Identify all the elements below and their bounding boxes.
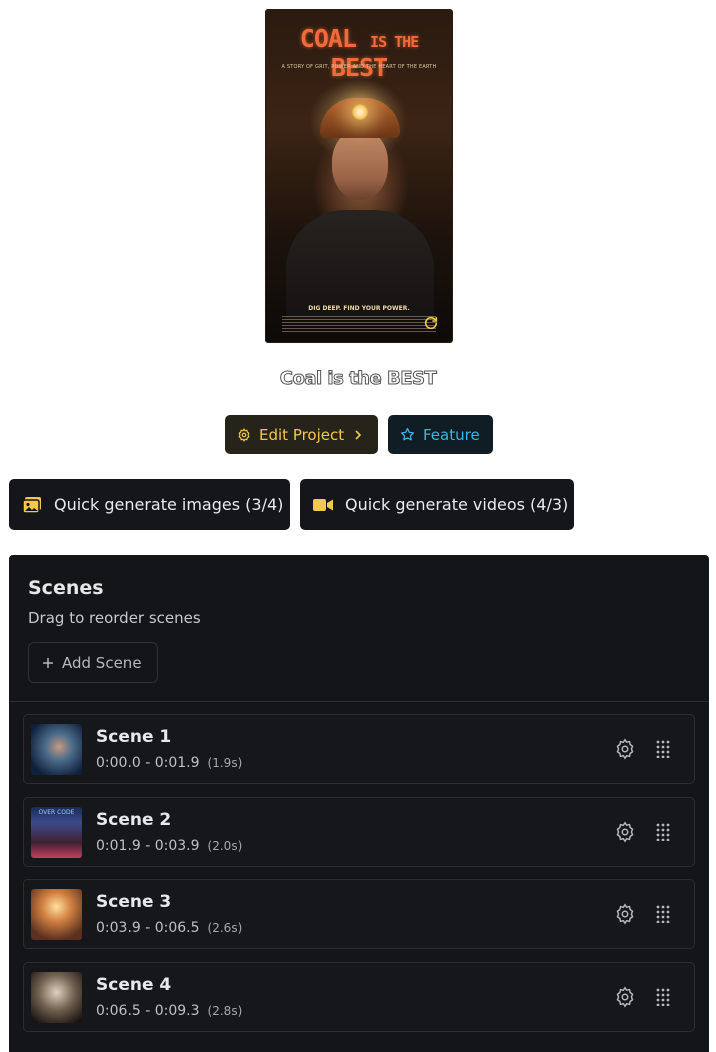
- poster-footer-line: DIG DEEP. FIND YOUR POWER.: [308, 305, 410, 312]
- drag-handle-icon[interactable]: [655, 905, 671, 923]
- scene-range: 0:06.5 - 0:09.3: [96, 1003, 200, 1019]
- scene-time-range: 0:03.9 - 0:06.5 (2.6s): [96, 920, 242, 936]
- gear-icon[interactable]: [614, 821, 636, 843]
- gear-icon[interactable]: [614, 903, 636, 925]
- quick-generate-videos-button[interactable]: Quick generate videos (4/3): [300, 479, 574, 530]
- scene-name: Scene 3: [96, 892, 172, 912]
- plus-icon: [43, 657, 53, 668]
- scene-time-range: 0:00.0 - 0:01.9 (1.9s): [96, 755, 242, 771]
- add-scene-button[interactable]: Add Scene: [28, 642, 158, 683]
- project-poster[interactable]: COAL IS THE BEST A STORY OF GRIT, POWER …: [265, 9, 453, 343]
- scene-duration: (2.6s): [207, 921, 243, 935]
- quick-generate-videos-label: Quick generate videos (4/3): [345, 495, 569, 514]
- drag-handle-icon[interactable]: [655, 988, 671, 1006]
- poster-tagline: A STORY OF GRIT, POWER AND THE HEART OF …: [281, 64, 437, 70]
- scene-item[interactable]: Scene 3 0:03.9 - 0:06.5 (2.6s): [23, 879, 695, 949]
- quick-generate-images-button[interactable]: Quick generate images (3/4): [9, 479, 290, 530]
- scene-name: Scene 2: [96, 810, 172, 830]
- drag-handle-icon[interactable]: [655, 823, 671, 841]
- divider: [9, 701, 709, 702]
- scene-thumbnail[interactable]: [31, 724, 82, 775]
- edit-project-label: Edit Project: [259, 425, 345, 444]
- scene-thumbnail[interactable]: [31, 972, 82, 1023]
- quick-generate-images-label: Quick generate images (3/4): [54, 495, 284, 514]
- scene-duration: (2.8s): [207, 1004, 243, 1018]
- scene-duration: (2.0s): [207, 839, 243, 853]
- scene-range: 0:01.9 - 0:03.9: [96, 838, 200, 854]
- video-camera-icon: [313, 498, 333, 511]
- scene-thumbnail[interactable]: [31, 889, 82, 940]
- thumbnail-text: OVER CODE: [38, 809, 75, 816]
- scene-range: 0:00.0 - 0:01.9: [96, 755, 200, 771]
- poster-face: [332, 130, 388, 200]
- poster-credits-block: [282, 316, 436, 332]
- scenes-subtitle: Drag to reorder scenes: [28, 609, 201, 627]
- gear-icon: [238, 427, 250, 442]
- scene-thumbnail[interactable]: OVER CODE: [31, 807, 82, 858]
- poster-lamp: [352, 104, 368, 120]
- chevron-right-icon: [355, 429, 362, 440]
- scene-name: Scene 1: [96, 727, 172, 747]
- feature-label: Feature: [423, 425, 480, 444]
- scene-item[interactable]: Scene 4 0:06.5 - 0:09.3 (2.8s): [23, 962, 695, 1032]
- scene-duration: (1.9s): [207, 756, 243, 770]
- scene-item[interactable]: OVER CODE Scene 2 0:01.9 - 0:03.9 (2.0s): [23, 797, 695, 867]
- scenes-panel: Scenes Drag to reorder scenes Add Scene …: [9, 555, 709, 1052]
- drag-handle-icon[interactable]: [655, 740, 671, 758]
- scene-time-range: 0:01.9 - 0:03.9 (2.0s): [96, 838, 242, 854]
- gear-icon[interactable]: [614, 986, 636, 1008]
- scene-range: 0:03.9 - 0:06.5: [96, 920, 200, 936]
- scene-name: Scene 4: [96, 975, 172, 995]
- edit-project-button[interactable]: Edit Project: [225, 415, 378, 454]
- project-title: Coal is the BEST: [279, 368, 437, 390]
- poster-jacket: [286, 210, 434, 320]
- feature-button[interactable]: Feature: [388, 415, 493, 454]
- scene-item[interactable]: Scene 1 0:00.0 - 0:01.9 (1.9s): [23, 714, 695, 784]
- gear-icon[interactable]: [614, 738, 636, 760]
- poster-title: COAL IS THE BEST: [299, 24, 419, 82]
- scene-time-range: 0:06.5 - 0:09.3 (2.8s): [96, 1003, 242, 1019]
- images-icon: [22, 496, 41, 514]
- add-scene-label: Add Scene: [62, 653, 142, 672]
- star-icon: [400, 427, 415, 441]
- refresh-icon[interactable]: [423, 315, 439, 331]
- scenes-title: Scenes: [28, 577, 104, 599]
